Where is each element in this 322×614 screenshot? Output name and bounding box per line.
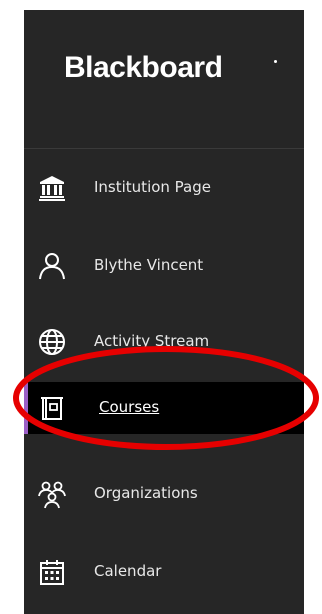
- nav-item-profile[interactable]: Blythe Vincent: [24, 240, 304, 292]
- nav-label-profile: Blythe Vincent: [94, 256, 204, 274]
- nav-label-institution-page: Institution Page: [94, 178, 211, 196]
- organizations-icon: [37, 479, 67, 509]
- nav-item-activity-stream[interactable]: Activity Stream: [24, 316, 304, 368]
- nav-item-organizations[interactable]: Organizations: [24, 468, 304, 520]
- calendar-icon: [37, 557, 67, 587]
- nav-label-organizations: Organizations: [94, 484, 198, 502]
- institution-icon: [37, 173, 67, 203]
- globe-icon: [37, 327, 67, 357]
- logo-area: Blackboard: [24, 10, 304, 149]
- blackboard-logo[interactable]: Blackboard: [64, 51, 223, 85]
- nav-item-calendar[interactable]: Calendar: [24, 546, 304, 598]
- nav-label-courses: Courses: [99, 398, 160, 416]
- logo-mark: [274, 60, 277, 63]
- nav-label-activity-stream: Activity Stream: [94, 332, 210, 350]
- nav-item-courses[interactable]: Courses: [24, 382, 304, 434]
- nav-label-calendar: Calendar: [94, 562, 162, 580]
- active-indicator: [24, 382, 28, 434]
- courses-icon: [37, 393, 67, 423]
- sidebar: Blackboard Institution Page Blythe Vince…: [24, 10, 304, 614]
- nav-item-institution-page[interactable]: Institution Page: [24, 162, 304, 214]
- user-icon: [37, 251, 67, 281]
